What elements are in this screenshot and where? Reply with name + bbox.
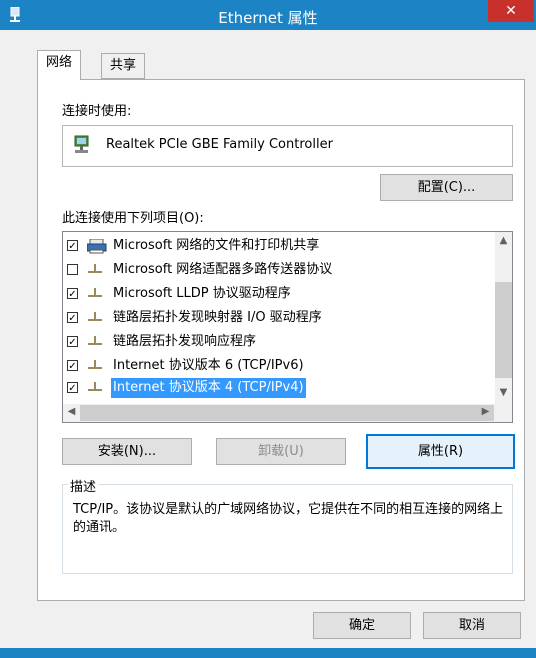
scroll-down-icon[interactable]: ▼	[495, 387, 512, 398]
title-bar[interactable]: Ethernet 属性 ✕	[0, 0, 536, 30]
vertical-scrollbar[interactable]: ▲ ▼	[495, 232, 512, 404]
checkbox[interactable]: ✓	[67, 360, 78, 372]
checkbox[interactable]: ✓	[67, 288, 78, 300]
items-list[interactable]: ✓ Microsoft 网络的文件和打印机共享 Microsoft 网络适配器多…	[62, 231, 513, 423]
checkbox[interactable]: ✓	[67, 240, 78, 252]
window-title: Ethernet 属性	[218, 9, 318, 27]
protocol-icon	[88, 360, 102, 369]
scroll-left-icon[interactable]: ◀	[63, 406, 80, 417]
list-item-label: Microsoft 网络适配器多路传送器协议	[113, 262, 333, 277]
checkbox[interactable]: ✓	[67, 382, 78, 394]
description-title: 描述	[68, 476, 99, 495]
ok-button[interactable]: 确定	[313, 612, 411, 639]
description-text: TCP/IP。该协议是默认的广域网络协议，它提供在不同的相互连接的网络上的通讯。	[73, 502, 504, 535]
tab-network[interactable]: 网络	[37, 50, 82, 80]
checkbox[interactable]	[67, 264, 78, 275]
list-item-label: 链路层拓扑发现映射器 I/O 驱动程序	[113, 310, 322, 325]
list-item-label: Microsoft LLDP 协议驱动程序	[113, 286, 291, 301]
configure-button[interactable]: 配置(C)...	[380, 174, 513, 201]
close-button[interactable]: ✕	[488, 0, 534, 22]
cancel-button[interactable]: 取消	[423, 612, 521, 639]
tab-sharing[interactable]: 共享	[101, 53, 146, 79]
install-button[interactable]: 安装(N)...	[62, 438, 192, 465]
protocol-icon	[88, 288, 102, 297]
list-item-label: Internet 协议版本 4 (TCP/IPv4)	[111, 378, 306, 398]
checkbox[interactable]: ✓	[67, 312, 78, 324]
protocol-icon	[88, 382, 102, 391]
protocol-icon	[88, 336, 102, 345]
list-item-label: Internet 协议版本 6 (TCP/IPv6)	[113, 358, 304, 373]
printer-icon	[87, 239, 107, 254]
scroll-up-icon[interactable]: ▲	[495, 235, 512, 246]
properties-window: Ethernet 属性 ✕ 网络 共享 连接时使用: Realtek PCIe …	[0, 0, 536, 658]
scrollbar-thumb[interactable]	[495, 282, 512, 378]
properties-button[interactable]: 属性(R)	[366, 434, 515, 469]
scroll-right-icon[interactable]: ▶	[477, 406, 494, 417]
scrollbar-thumb[interactable]	[80, 405, 494, 421]
adapter-name: Realtek PCIe GBE Family Controller	[106, 137, 333, 152]
adapter-box: Realtek PCIe GBE Family Controller	[62, 125, 513, 167]
protocol-icon	[88, 264, 102, 273]
checkbox[interactable]: ✓	[67, 336, 78, 348]
network-adapter-icon	[74, 135, 89, 153]
uninstall-button: 卸载(U)	[216, 438, 346, 465]
protocol-icon	[88, 312, 102, 321]
items-label: 此连接使用下列项目(O):	[62, 211, 204, 226]
connect-using-label: 连接时使用:	[62, 104, 132, 119]
list-item-label: 链路层拓扑发现响应程序	[113, 334, 257, 349]
horizontal-scrollbar[interactable]: ◀ ▶	[63, 404, 512, 422]
list-item-label: Microsoft 网络的文件和打印机共享	[113, 238, 320, 253]
